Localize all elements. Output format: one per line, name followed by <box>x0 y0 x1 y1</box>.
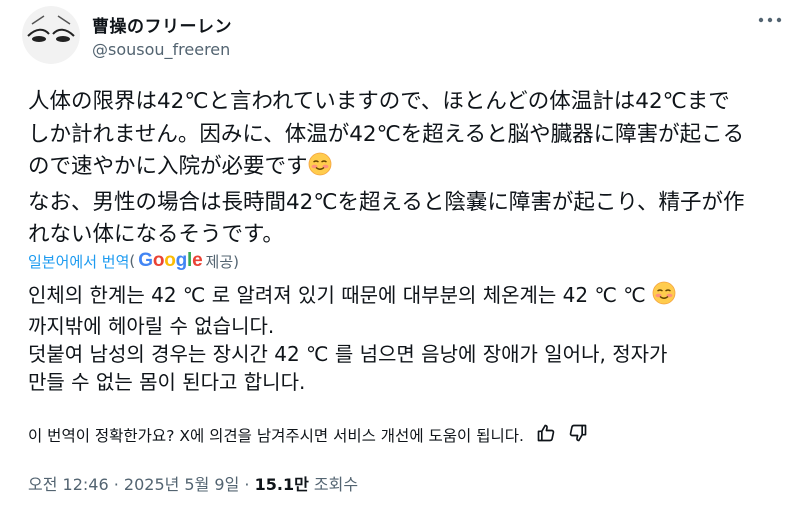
tweet-text-part2: なお、男性の場合は長時間42℃を超えると陰嚢に障害が起こり、精子が作 れない体に… <box>28 189 745 248</box>
translation-feedback: 이 번역이 정확한가요? X에 의견을 남겨주시면 서비스 개선에 도움이 됩니… <box>28 423 588 447</box>
google-logo: Google <box>138 250 203 271</box>
author-handle[interactable]: @sousou_freeren <box>92 40 230 59</box>
tweet-date[interactable]: 2025년 5월 9일 <box>124 475 239 494</box>
thumbs-up-icon[interactable] <box>536 423 556 447</box>
meta-separator: · <box>239 475 255 494</box>
translated-text: 인체의 한계는 42 ℃ 로 알려져 있기 때문에 대부분의 체온계는 42 ℃… <box>28 281 788 396</box>
views-label: 조회수 <box>308 475 359 494</box>
tweet-text-part1: 人体の限界は42℃と言われていますので、ほとんどの体温計は42℃まで しか計れま… <box>28 89 745 179</box>
smiling-face-emoji-translated <box>652 281 676 312</box>
tweet-meta: 오전 12:46 · 2025년 5월 9일 · 15.1만 조회수 <box>28 471 358 495</box>
more-horizontal-icon[interactable] <box>757 15 783 25</box>
smiling-face-emoji <box>308 152 332 187</box>
thumbs-down-icon[interactable] <box>568 423 588 447</box>
provided-by-label: 제공) <box>205 252 239 271</box>
author-name[interactable]: 曹操のフリーレン <box>92 12 232 37</box>
paren-open: ( <box>129 252 136 270</box>
tweet-text: 人体の限界は42℃と言われていますので、ほとんどの体温計は42℃まで しか計れま… <box>28 86 788 252</box>
translated-text-part1: 인체의 한계는 42 ℃ 로 알려져 있기 때문에 대부분의 체온계는 42 ℃… <box>28 283 653 307</box>
tweet-time[interactable]: 오전 12:46 <box>28 475 109 494</box>
meta-separator: · <box>108 475 124 494</box>
translated-from-link[interactable]: 일본어에서 번역 <box>28 251 129 272</box>
avatar[interactable] <box>22 6 80 64</box>
translation-attribution: 일본어에서 번역(Google 제공) <box>28 250 239 272</box>
views-count: 15.1만 <box>254 475 309 494</box>
translated-text-part2: 까지밖에 헤아릴 수 없습니다. 덧붙여 남성의 경우는 장시간 42 ℃ 를 … <box>28 314 668 394</box>
feedback-question: 이 번역이 정확한가요? X에 의견을 남겨주시면 서비스 개선에 도움이 됩니… <box>28 427 524 445</box>
